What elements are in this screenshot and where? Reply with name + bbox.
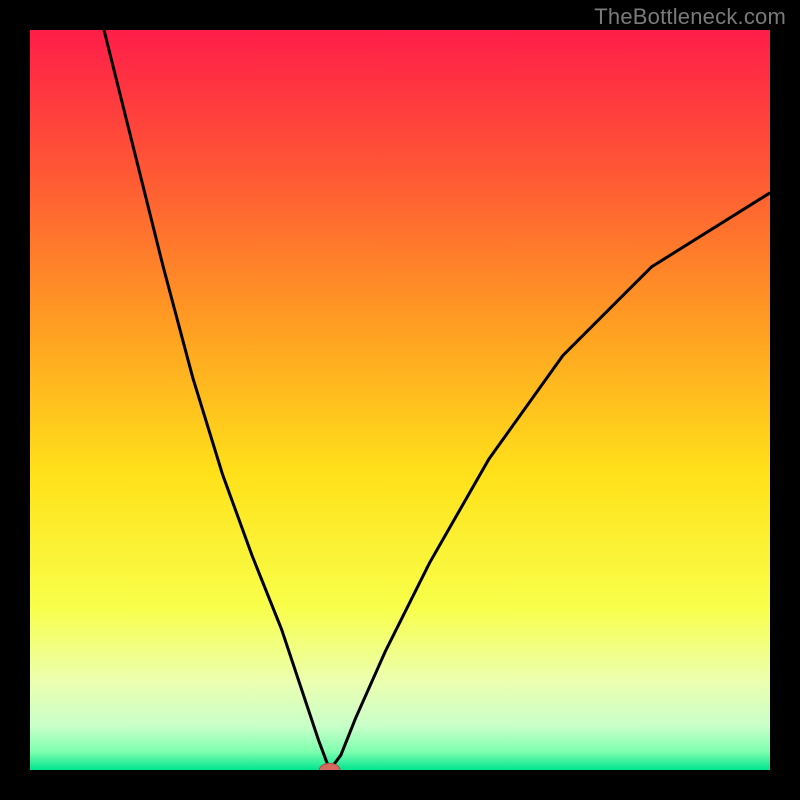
gradient-background [30,30,770,770]
plot-area [30,30,770,770]
watermark-text: TheBottleneck.com [594,4,786,30]
chart-frame: TheBottleneck.com [0,0,800,800]
chart-svg [30,30,770,770]
